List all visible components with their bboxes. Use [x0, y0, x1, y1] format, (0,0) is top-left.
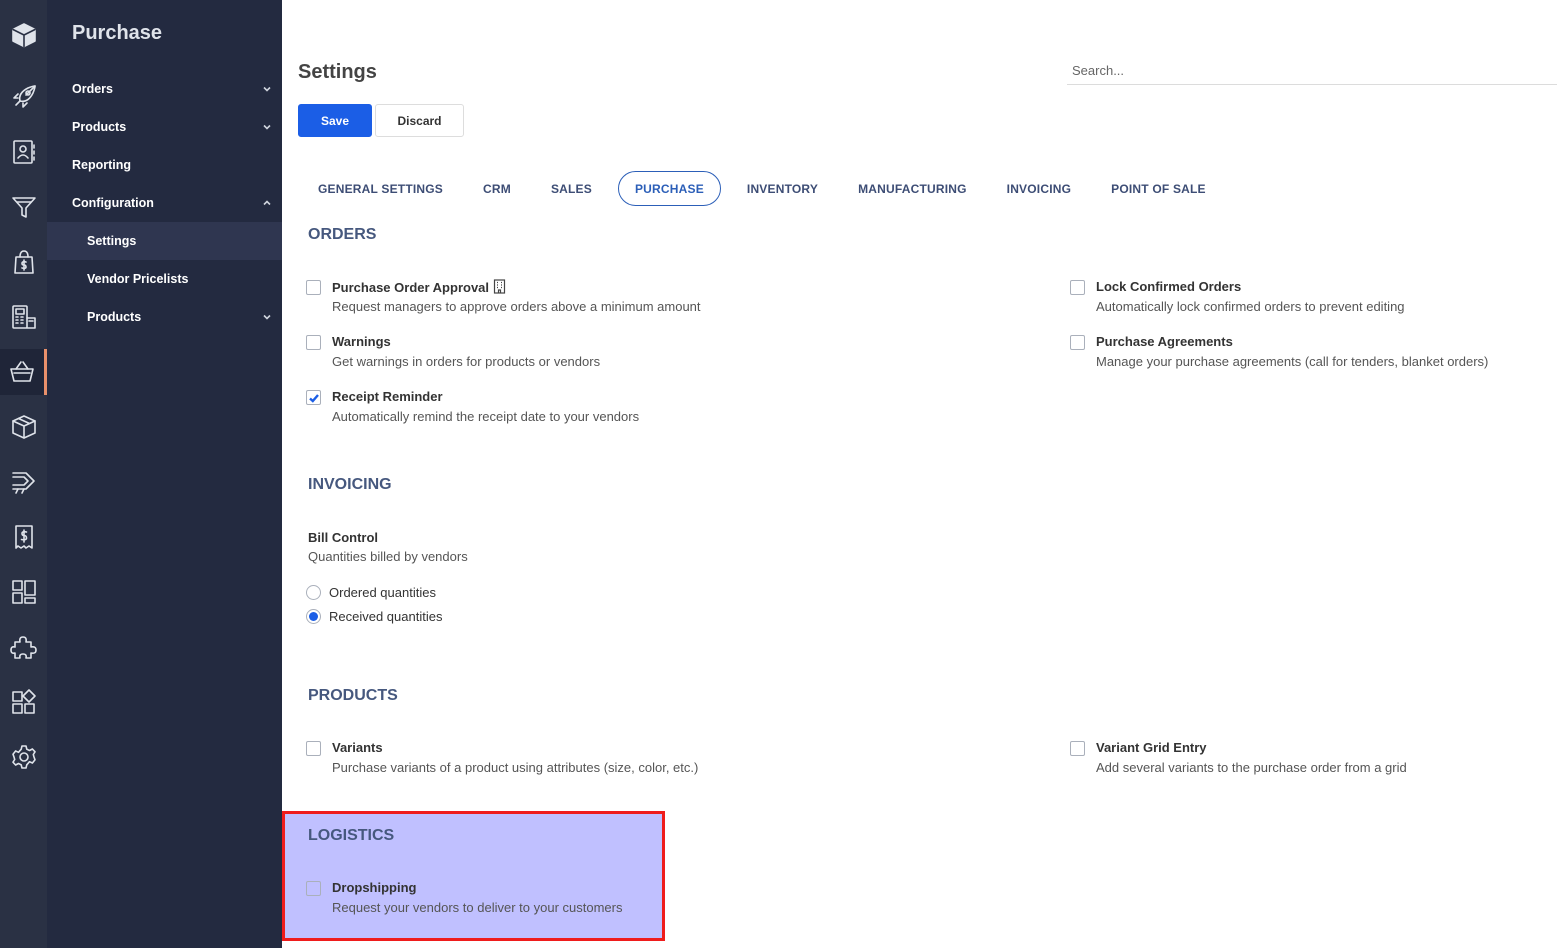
menu-item-configuration[interactable]: Configuration [47, 184, 282, 222]
setting-description: Automatically lock confirmed orders to p… [1096, 299, 1405, 314]
save-button[interactable]: Save [298, 104, 372, 137]
chevron-down-icon [262, 83, 272, 93]
menu-item-products[interactable]: Products [47, 108, 282, 146]
radio-ordered-quantities[interactable]: Ordered quantities [306, 584, 436, 600]
menu-item-label: Orders [72, 82, 113, 96]
app-icon-rail [0, 0, 47, 948]
checkbox[interactable] [306, 335, 321, 350]
contacts-icon[interactable] [0, 129, 47, 175]
section-title-logistics: LOGISTICS [308, 827, 395, 844]
chevron-down-icon [262, 121, 272, 131]
menu-item-vendor-pricelists[interactable]: Vendor Pricelists [47, 260, 282, 298]
module-title: Purchase [72, 22, 163, 44]
discard-button[interactable]: Discard [375, 104, 464, 137]
chevron-up-icon [262, 197, 272, 207]
tab-point-of-sale[interactable]: POINT OF SALE [1091, 171, 1226, 206]
page-title: Settings [298, 61, 377, 83]
checkbox[interactable] [1070, 280, 1085, 295]
menu-item-label: Products [87, 310, 142, 324]
tab-manufacturing[interactable]: MANUFACTURING [838, 171, 987, 206]
tab-purchase[interactable]: PURCHASE [617, 171, 721, 206]
section-title-products: PRODUCTS [308, 687, 398, 704]
settings-main: Settings Save Discard GENERAL SETTINGS C… [282, 0, 1558, 948]
checkmark-icon [308, 393, 319, 403]
checkbox[interactable] [1070, 335, 1085, 350]
tab-sales[interactable]: SALES [531, 171, 612, 206]
chevron-down-icon [262, 311, 272, 321]
setting-description: Purchase variants of a product using att… [332, 760, 699, 775]
setting-description: Request your vendors to deliver to your … [332, 900, 623, 915]
radio-label: Received quantities [329, 608, 443, 624]
search-input[interactable] [1067, 56, 1557, 85]
menu-item-label: Vendor Pricelists [87, 272, 189, 286]
setting-description: Request managers to approve orders above… [332, 299, 701, 314]
settings-tabs: GENERAL SETTINGS CRM SALES PURCHASE INVE… [298, 171, 1226, 206]
box-logo-icon[interactable] [0, 12, 47, 58]
tab-general-settings[interactable]: GENERAL SETTINGS [298, 171, 463, 206]
setting-label: Purchase Agreements [1096, 334, 1233, 349]
checkbox[interactable] [1070, 741, 1085, 756]
dashboard-icon[interactable] [0, 569, 47, 615]
package-icon[interactable] [0, 404, 47, 450]
manufacturing-icon[interactable] [0, 459, 47, 505]
menu-item-config-products[interactable]: Products [47, 298, 282, 336]
bill-control-description: Quantities billed by vendors [308, 549, 468, 564]
menu-item-label: Settings [87, 234, 137, 248]
rocket-icon[interactable] [0, 74, 47, 120]
building-icon [493, 279, 506, 297]
basket-icon[interactable] [0, 349, 47, 395]
puzzle-icon[interactable] [0, 624, 47, 670]
checkbox[interactable] [306, 881, 321, 896]
setting-description: Automatically remind the receipt date to… [332, 409, 640, 424]
module-menu: Purchase Orders Products Reporting Confi… [47, 0, 282, 948]
setting-description: Add several variants to the purchase ord… [1096, 760, 1407, 775]
tab-inventory[interactable]: INVENTORY [727, 171, 838, 206]
checkbox-checked[interactable] [306, 390, 321, 405]
point-of-sale-icon[interactable] [0, 294, 47, 340]
tab-crm[interactable]: CRM [463, 171, 531, 206]
setting-label: Purchase Order Approval [332, 280, 490, 295]
tab-invoicing[interactable]: INVOICING [987, 171, 1091, 206]
shopping-bag-icon[interactable] [0, 239, 47, 285]
radio-button-selected[interactable] [306, 608, 321, 624]
checkbox[interactable] [306, 741, 321, 756]
radio-button[interactable] [306, 584, 321, 600]
menu-item-label: Reporting [72, 158, 132, 172]
bill-control-label: Bill Control [308, 530, 379, 545]
settings-gear-icon[interactable] [0, 734, 47, 780]
apps-icon[interactable] [0, 679, 47, 725]
menu-item-orders[interactable]: Orders [47, 70, 282, 108]
setting-label: Variant Grid Entry [1096, 740, 1207, 755]
setting-label: Dropshipping [332, 880, 417, 895]
funnel-icon[interactable] [0, 184, 47, 230]
checkbox[interactable] [306, 280, 321, 295]
radio-received-quantities[interactable]: Received quantities [306, 608, 442, 624]
setting-label: Variants [332, 740, 383, 755]
invoice-icon[interactable] [0, 514, 47, 560]
section-title-invoicing: INVOICING [308, 476, 392, 493]
menu-item-settings[interactable]: Settings [47, 222, 282, 260]
menu-item-reporting[interactable]: Reporting [47, 146, 282, 184]
setting-description: Manage your purchase agreements (call fo… [1096, 354, 1489, 369]
menu-item-label: Products [72, 120, 127, 134]
setting-label: Warnings [332, 334, 391, 349]
section-title-orders: ORDERS [308, 226, 377, 243]
menu-item-label: Configuration [72, 196, 154, 210]
setting-label: Receipt Reminder [332, 389, 443, 404]
setting-description: Get warnings in orders for products or v… [332, 354, 601, 369]
setting-label: Lock Confirmed Orders [1096, 279, 1242, 294]
radio-label: Ordered quantities [329, 584, 436, 600]
